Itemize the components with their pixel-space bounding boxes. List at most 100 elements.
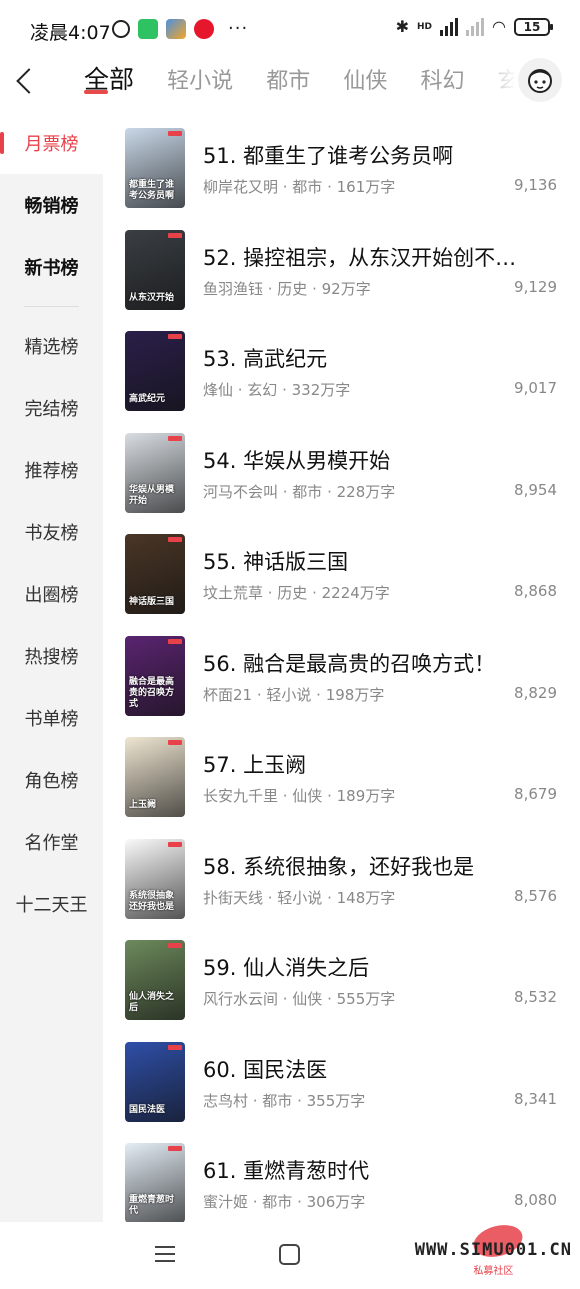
cover-title: 神话版三国	[129, 597, 175, 607]
cover-title: 融合是最高贵的召唤方式	[129, 676, 175, 709]
book-meta: 杯面21 · 轻小说 · 198万字	[203, 685, 385, 704]
publisher-badge	[168, 943, 182, 948]
list-item[interactable]: 都重生了谁考公务员啊 51. 都重生了谁考公务员啊 柳岸花又明 · 都市 · 1…	[125, 128, 565, 230]
sidebar-item-booklist[interactable]: 书单榜	[0, 687, 103, 749]
book-meta: 扑街天线 · 轻小说 · 148万字	[203, 888, 396, 907]
publisher-badge	[168, 841, 182, 847]
publisher-badge	[168, 232, 182, 238]
signal-2-icon	[466, 17, 485, 36]
bluetooth-icon: ✱	[395, 17, 410, 36]
category-tabs: 全部 轻小说 都市 仙侠 科幻 玄幻	[84, 60, 514, 100]
vote-count: 8,341	[514, 1089, 557, 1108]
sidebar-item-characters[interactable]: 角色榜	[0, 749, 103, 811]
book-meta: 坟土荒草 · 历史 · 2224万字	[203, 584, 390, 602]
wifi-icon: ◠	[492, 17, 506, 36]
watermark: WWW.SIMU001.CN 私募社区	[415, 1220, 572, 1277]
vote-count: 9,136	[514, 176, 557, 194]
book-cover[interactable]: 国民法医	[125, 1041, 185, 1122]
book-cover[interactable]: 都重生了谁考公务员啊	[125, 128, 185, 208]
avatar[interactable]	[518, 58, 562, 102]
book-title[interactable]: 58. 系统很抽象，还好我也是	[203, 851, 558, 881]
publisher-badge	[168, 638, 182, 644]
vote-count: 8,829	[514, 683, 557, 702]
book-meta: 风行水云间 · 仙侠 · 555万字	[203, 990, 396, 1008]
back-icon[interactable]	[12, 66, 42, 96]
vote-count: 8,532	[514, 988, 557, 1006]
book-title[interactable]: 57. 上玉阙	[203, 749, 558, 779]
publisher-badge	[168, 1146, 182, 1151]
book-cover[interactable]: 仙人消失之后	[125, 940, 185, 1020]
status-time: 凌晨4:07	[30, 22, 111, 44]
list-item[interactable]: 神话版三国 55. 神话版三国 坟土荒草 · 历史 · 2224万字 8,868	[125, 534, 565, 636]
vote-count: 9,017	[514, 379, 557, 397]
list-item[interactable]: 从东汉开始 52. 操控祖宗，从东汉开始创不… 鱼羽渔钰 · 历史 · 92万字…	[125, 229, 565, 332]
sidebar-item-new-books[interactable]: 新书榜	[0, 236, 103, 298]
vote-count: 8,954	[514, 480, 557, 499]
list-item[interactable]: 上玉阙 57. 上玉阙 长安九千里 · 仙侠 · 189万字 8,679	[125, 737, 565, 839]
watermark-subtitle: 私募社区	[473, 1266, 514, 1277]
tab-xianxia[interactable]: 仙侠	[343, 62, 387, 100]
publisher-badge	[168, 740, 182, 745]
cover-title: 从东汉开始	[129, 292, 175, 303]
book-ranking-list: 都重生了谁考公务员啊 51. 都重生了谁考公务员啊 柳岸花又明 · 都市 · 1…	[125, 128, 565, 1245]
tab-all[interactable]: 全部	[84, 60, 134, 100]
book-cover[interactable]: 高武纪元	[125, 331, 185, 411]
menu-icon[interactable]	[155, 1246, 175, 1262]
book-title[interactable]: 55. 神话版三国	[203, 546, 558, 576]
publisher-badge	[168, 334, 182, 339]
tab-light-novel[interactable]: 轻小说	[167, 62, 233, 100]
book-title[interactable]: 59. 仙人消失之后	[203, 952, 558, 982]
user-avatar-icon	[528, 69, 552, 93]
book-cover[interactable]: 系统很抽象 还好我也是	[125, 838, 185, 919]
book-title[interactable]: 61. 重燃青葱时代	[203, 1155, 558, 1185]
vote-count: 8,868	[514, 582, 557, 600]
book-cover[interactable]: 重燃青葱时代	[125, 1143, 185, 1223]
tab-urban[interactable]: 都市	[266, 62, 310, 100]
list-item[interactable]: 融合是最高贵的召唤方式 56. 融合是最高贵的召唤方式！ 杯面21 · 轻小说 …	[125, 635, 565, 738]
tab-scifi[interactable]: 科幻	[420, 62, 464, 100]
home-icon[interactable]	[279, 1244, 300, 1265]
cover-title: 高武纪元	[129, 394, 166, 404]
book-title[interactable]: 52. 操控祖宗，从东汉开始创不…	[203, 242, 558, 272]
list-item[interactable]: 仙人消失之后 59. 仙人消失之后 风行水云间 · 仙侠 · 555万字 8,5…	[125, 940, 565, 1042]
publisher-badge	[168, 1044, 182, 1050]
book-cover[interactable]: 融合是最高贵的召唤方式	[125, 635, 185, 716]
sidebar-divider	[24, 306, 79, 307]
cover-title: 重燃青葱时代	[129, 1195, 175, 1216]
book-meta: 柳岸花又明 · 都市 · 161万字	[203, 178, 396, 196]
cover-title: 系统很抽象 还好我也是	[129, 890, 175, 912]
sidebar-item-bestseller[interactable]: 畅销榜	[0, 174, 103, 236]
list-item[interactable]: 高武纪元 53. 高武纪元 烽仙 · 玄幻 · 332万字 9,017	[125, 331, 565, 433]
sidebar-item-reader-fans[interactable]: 书友榜	[0, 501, 103, 563]
top-nav: 全部 轻小说 都市 仙侠 科幻 玄幻	[0, 58, 580, 104]
more-notifications-icon: ···	[228, 18, 249, 39]
sidebar-item-hall-of-fame[interactable]: 名作堂	[0, 811, 103, 873]
list-item[interactable]: 系统很抽象 还好我也是 58. 系统很抽象，还好我也是 扑街天线 · 轻小说 ·…	[125, 838, 565, 941]
sidebar-item-monthly-ticket[interactable]: 月票榜	[0, 112, 103, 174]
book-cover[interactable]: 神话版三国	[125, 534, 185, 614]
list-item[interactable]: 华娱从男模开始 54. 华娱从男模开始 河马不会叫 · 都市 · 228万字 8…	[125, 432, 565, 535]
sidebar-item-featured[interactable]: 精选榜	[0, 315, 103, 377]
book-title[interactable]: 60. 国民法医	[203, 1054, 558, 1084]
status-bar: 凌晨4:07 ··· ✱ HD ◠ 15	[0, 0, 580, 60]
sidebar-item-breakout[interactable]: 出圈榜	[0, 563, 103, 625]
book-title[interactable]: 54. 华娱从男模开始	[203, 445, 558, 475]
weibo-icon	[194, 18, 214, 39]
book-title[interactable]: 51. 都重生了谁考公务员啊	[203, 140, 558, 170]
book-cover[interactable]: 从东汉开始	[125, 229, 185, 310]
sidebar-item-recommended[interactable]: 推荐榜	[0, 439, 103, 501]
sidebar-item-completed[interactable]: 完结榜	[0, 377, 103, 439]
book-meta: 河马不会叫 · 都市 · 228万字	[203, 482, 396, 501]
hd-label: HD	[417, 21, 433, 32]
wechat-icon	[138, 18, 158, 39]
sidebar-item-twelve-kings[interactable]: 十二天王	[0, 873, 103, 935]
cover-title: 国民法医	[129, 1104, 166, 1115]
vote-count: 8,576	[514, 886, 557, 905]
list-item[interactable]: 国民法医 60. 国民法医 志鸟村 · 都市 · 355万字 8,341	[125, 1041, 565, 1144]
publisher-badge	[168, 131, 182, 136]
sidebar-item-hot-search[interactable]: 热搜榜	[0, 625, 103, 687]
book-title[interactable]: 53. 高武纪元	[203, 343, 558, 373]
book-cover[interactable]: 华娱从男模开始	[125, 432, 185, 513]
book-title[interactable]: 56. 融合是最高贵的召唤方式！	[203, 648, 558, 678]
book-cover[interactable]: 上玉阙	[125, 737, 185, 817]
